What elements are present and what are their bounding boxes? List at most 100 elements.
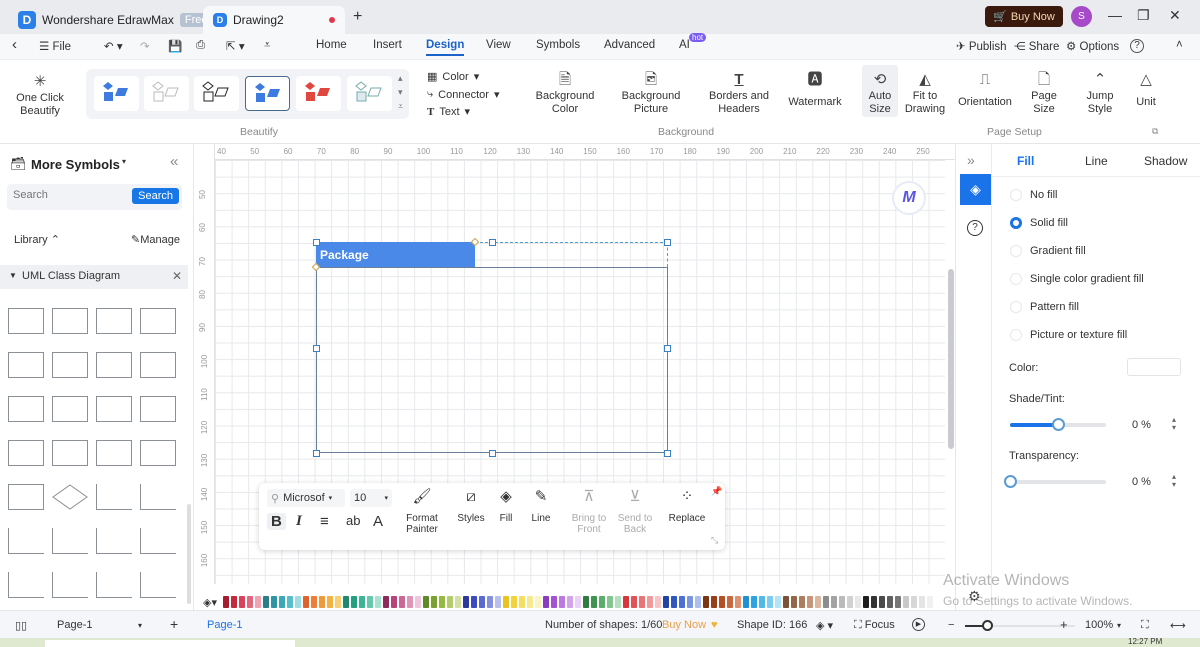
uml-symbol[interactable] [52,440,88,466]
color-swatch[interactable] [510,596,517,608]
fill-option[interactable]: Pattern fill [1010,301,1079,313]
color-swatch[interactable] [926,596,933,608]
uml-symbol[interactable] [140,352,176,378]
uml-symbol[interactable] [96,484,132,510]
radio-button[interactable] [1010,217,1022,229]
beautify-style-4[interactable] [245,76,290,111]
color-swatch[interactable] [486,596,493,608]
uml-symbol[interactable] [8,572,44,598]
uml-symbol[interactable] [8,440,44,466]
color-swatch[interactable] [686,596,693,608]
align-button[interactable]: ≡ [320,513,329,530]
uml-symbol[interactable] [8,484,44,510]
tab-shadow[interactable]: Shadow [1144,154,1187,168]
color-swatch[interactable] [846,596,853,608]
color-swatch[interactable] [262,596,269,608]
uml-symbol[interactable] [140,396,176,422]
italic-button[interactable]: I [296,513,302,530]
color-swatch[interactable] [390,596,397,608]
color-swatch[interactable] [566,596,573,608]
gallery-scroll-down[interactable]: ▾ [398,87,403,98]
uml-symbol[interactable] [140,528,176,554]
collapse-panel-icon[interactable]: « [170,153,178,170]
taskbar-search[interactable] [45,640,295,647]
color-swatch[interactable] [870,596,877,608]
color-swatch[interactable] [902,596,909,608]
uml-symbol[interactable] [8,396,44,422]
color-swatch[interactable] [470,596,477,608]
text-case-button[interactable]: ab [346,513,360,528]
color-swatch[interactable] [758,596,765,608]
color-swatch[interactable] [294,596,301,608]
toolbar-resize-icon[interactable]: ⤡ [711,535,718,546]
zoom-in-button[interactable]: + [1060,617,1068,632]
color-swatch[interactable] [286,596,293,608]
color-swatch[interactable] [806,596,813,608]
fit-width-icon[interactable]: ⟷ [1170,619,1186,632]
expand-panel-icon[interactable]: » [967,152,975,168]
color-swatch[interactable] [638,596,645,608]
fit-page-icon[interactable]: ⛶ [1141,619,1149,632]
undo-button[interactable]: ↶ ▾ [104,39,123,53]
color-button[interactable]: ▦ Color ▾ [427,70,479,84]
color-swatch[interactable] [830,596,837,608]
uml-symbol[interactable] [52,528,88,554]
auto-size-button[interactable]: ⟲ Auto Size [863,68,897,116]
color-swatch[interactable] [654,596,661,608]
tab-ai[interactable]: AI hot [679,33,707,51]
color-swatch[interactable] [678,596,685,608]
font-color-button[interactable]: A [373,513,383,530]
color-swatch[interactable] [446,596,453,608]
vertical-scrollbar[interactable] [948,269,954,449]
color-swatch[interactable] [782,596,789,608]
color-swatch[interactable] [662,596,669,608]
color-swatch[interactable] [358,596,365,608]
bring-to-front-button[interactable]: ⊼ Bring to Front [567,489,611,535]
unit-button[interactable]: △ Unit [1133,68,1159,109]
zoom-slider-knob[interactable] [982,620,993,631]
radio-button[interactable] [1010,301,1022,313]
color-swatch[interactable] [374,596,381,608]
tab-design[interactable]: Design [426,39,465,56]
shade-stepper[interactable]: ▴ ▾ [1172,416,1176,432]
color-swatch[interactable] [630,596,637,608]
color-swatch[interactable] [326,596,333,608]
color-swatch[interactable] [222,596,229,608]
fit-to-drawing-button[interactable]: ◭ Fit to Drawing [903,68,947,116]
format-painter-button[interactable]: 🖌 Format Painter [402,489,442,535]
color-swatch[interactable] [414,596,421,608]
page-size-button[interactable]: 🗋 Page Size [1028,68,1060,116]
share-button[interactable]: ⋲ Share [1014,39,1059,53]
font-size-select[interactable]: 10 ▾ [350,489,392,507]
tab-line[interactable]: Line [1085,154,1108,168]
options-button[interactable]: ⚙ Options [1066,39,1119,53]
collapse-ribbon-icon[interactable]: ˄ [1176,39,1183,51]
uml-symbol[interactable] [96,396,132,422]
uml-symbol[interactable] [52,484,88,510]
manage-button[interactable]: ✎Manage [131,233,180,246]
color-swatch[interactable] [838,596,845,608]
save-icon[interactable]: 💾 [168,39,182,53]
color-swatch[interactable] [910,596,917,608]
beautify-style-3[interactable] [194,76,239,111]
shade-tint-value[interactable]: 0 % [1132,419,1151,431]
color-swatch[interactable] [454,596,461,608]
color-swatch[interactable] [462,596,469,608]
color-swatch[interactable] [406,596,413,608]
one-click-beautify-button[interactable]: ✳ One Click Beautify [12,70,68,118]
fill-option[interactable]: Single color gradient fill [1010,273,1144,285]
color-swatch[interactable] [822,596,829,608]
fill-option[interactable]: Solid fill [1010,217,1068,229]
transparency-slider[interactable] [1004,475,1106,488]
uml-symbol[interactable] [140,308,176,334]
page-thumbnail-toggle-icon[interactable]: ▯▯ [15,619,27,632]
color-swatch[interactable] [726,596,733,608]
fill-option[interactable]: No fill [1010,189,1058,201]
font-family-select[interactable]: ⚲ Microsof ▾ [267,489,345,507]
back-button[interactable]: ‹ [12,36,17,53]
color-swatch[interactable] [742,596,749,608]
tab-view[interactable]: View [486,39,511,51]
color-swatch[interactable] [718,596,725,608]
color-swatch[interactable] [230,596,237,608]
ai-assistant-icon[interactable]: M [892,181,926,215]
